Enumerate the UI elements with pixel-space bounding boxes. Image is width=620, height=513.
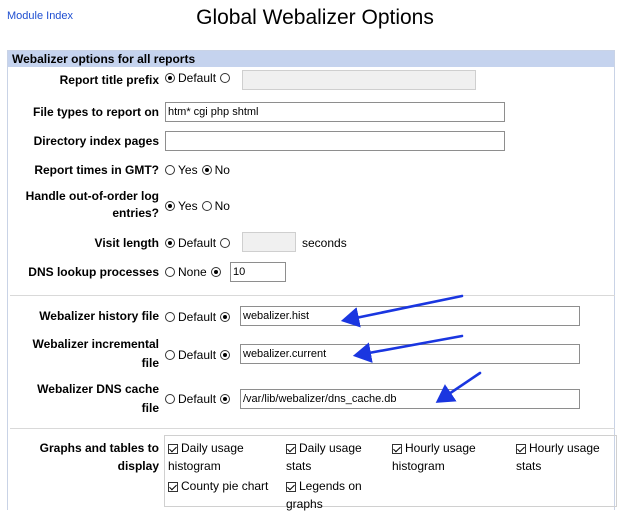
arrow-dns-cache (435, 371, 482, 403)
arrow-history (340, 294, 464, 328)
annotation-arrows (340, 294, 482, 403)
arrow-incremental (352, 334, 464, 363)
